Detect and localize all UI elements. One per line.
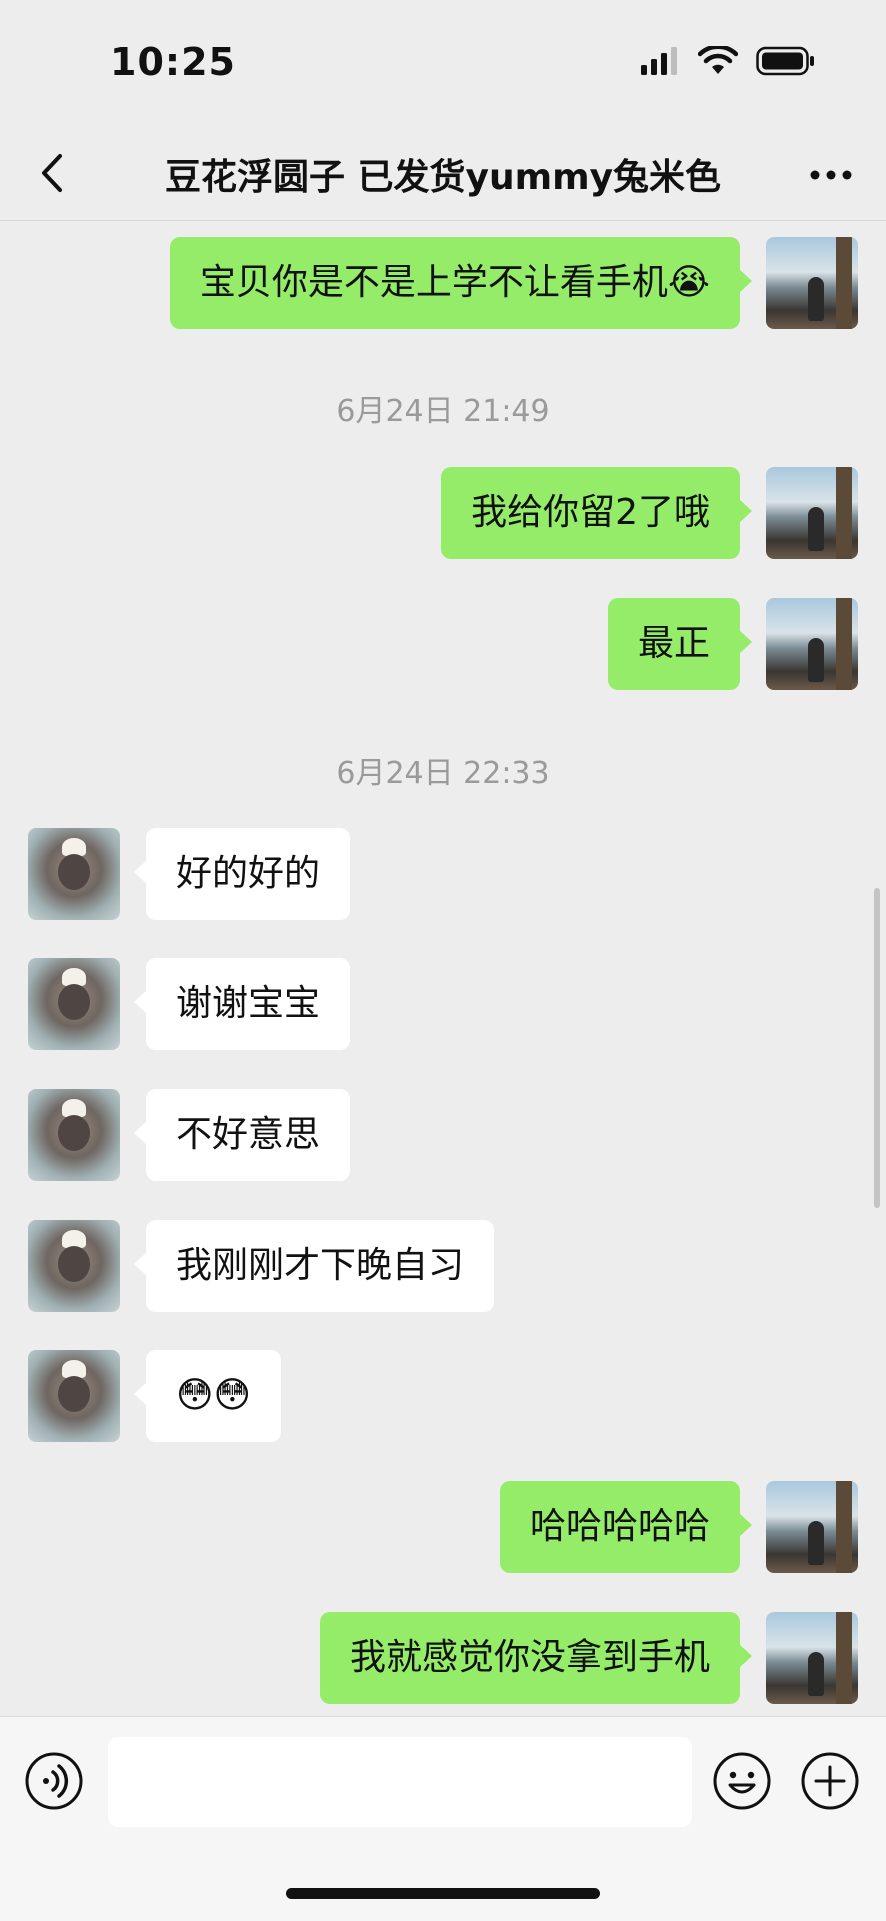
cellular-signal-icon (641, 47, 677, 75)
more-options-icon[interactable] (806, 150, 856, 200)
status-time: 10:25 (110, 40, 236, 84)
message-bubble-incoming[interactable]: 好的好的 (133, 828, 351, 920)
avatar-contact[interactable] (28, 1220, 120, 1312)
home-indicator (286, 1888, 600, 1899)
message-bubble-outgoing[interactable]: 我给你留2了哦 (441, 467, 752, 559)
avatar-self[interactable] (766, 1481, 858, 1573)
message-bubble-outgoing[interactable]: 宝贝你是不是上学不让看手机😭 (169, 237, 753, 329)
chat-title: 豆花浮圆子 已发货yummy兔米色 (164, 157, 722, 198)
avatar-contact[interactable] (28, 958, 120, 1050)
plus-icon[interactable] (800, 1751, 860, 1811)
battery-icon (756, 46, 814, 76)
chat-header: 豆花浮圆子 已发货yummy兔米色 (0, 130, 886, 221)
avatar-contact[interactable] (28, 1350, 120, 1442)
avatar-contact[interactable] (28, 828, 120, 920)
avatar-self[interactable] (766, 598, 858, 690)
wifi-icon (698, 46, 738, 74)
message-bubble-outgoing[interactable]: 哈哈哈哈哈 (499, 1481, 753, 1573)
message-input[interactable] (108, 1737, 692, 1827)
voice-input-icon[interactable] (24, 1751, 84, 1811)
message-bubble-incoming[interactable]: 我刚刚才下晚自习 (133, 1220, 495, 1312)
avatar-self[interactable] (766, 1612, 858, 1704)
emoji-icon[interactable] (712, 1751, 772, 1811)
message-bubble-outgoing[interactable]: 最正 (607, 598, 753, 690)
status-bar: 10:25 (0, 0, 886, 130)
avatar-self[interactable] (766, 237, 858, 329)
message-bubble-incoming[interactable]: 谢谢宝宝 (133, 958, 351, 1050)
status-icons (640, 46, 816, 76)
avatar-self[interactable] (766, 467, 858, 559)
message-bubble-outgoing[interactable]: 我就感觉你没拿到手机 (319, 1612, 753, 1704)
scrollbar[interactable] (874, 888, 880, 1208)
message-timestamp: 6月24日 22:33 (336, 756, 550, 791)
message-timestamp: 6月24日 21:49 (336, 394, 550, 429)
message-bubble-incoming[interactable]: 😳😳 (133, 1350, 282, 1442)
avatar-contact[interactable] (28, 1089, 120, 1181)
message-bubble-incoming[interactable]: 不好意思 (133, 1089, 351, 1181)
